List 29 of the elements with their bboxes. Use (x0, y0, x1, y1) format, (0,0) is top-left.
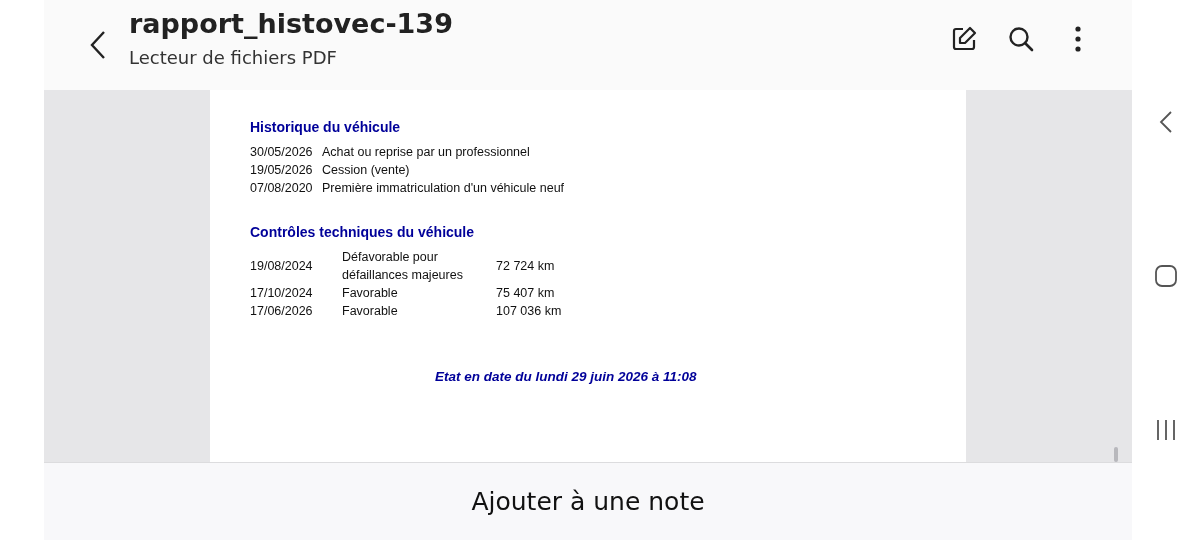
inspection-result: Défavorable pour défaillances majeures (342, 249, 464, 284)
history-event: Achat ou reprise par un professionnel (322, 144, 530, 161)
app-subtitle: Lecteur de fichiers PDF (129, 46, 338, 70)
report-date: Etat en date du lundi 29 juin 2026 à 11:08 (435, 369, 697, 384)
inspection-mileage: 72 724 km (496, 258, 555, 275)
add-to-note-button[interactable]: Ajouter à une note (465, 486, 711, 517)
inspection-date: 17/06/2026 (250, 303, 314, 320)
section-heading: Historique du véhicule (250, 118, 402, 136)
recents-nav-icon[interactable] (1154, 418, 1178, 442)
back-nav-icon[interactable] (1159, 110, 1173, 134)
inspection-mileage: 75 407 km (496, 285, 555, 302)
history-date: 07/08/2020 (250, 180, 314, 197)
inspection-date: 17/10/2024 (250, 285, 314, 302)
history-event: Cession (vente) (322, 162, 410, 179)
inspection-date: 19/08/2024 (250, 258, 314, 275)
history-event: Première immatriculation d'un véhicule neuf (322, 180, 565, 197)
inspection-result: Favorable (342, 285, 399, 302)
inspection-result: Favorable (342, 303, 399, 320)
scroll-thumb[interactable] (1114, 447, 1118, 462)
section-heading: Contrôles techniques du véhicule (250, 223, 476, 241)
home-nav-icon[interactable] (1154, 264, 1178, 288)
back-icon[interactable] (89, 30, 107, 60)
history-date: 19/05/2026 (250, 162, 314, 179)
more-options-icon[interactable] (1074, 26, 1082, 52)
search-icon[interactable] (1007, 25, 1035, 53)
history-date: 30/05/2026 (250, 144, 314, 161)
inspection-mileage: 107 036 km (496, 303, 562, 320)
edit-icon[interactable] (950, 25, 978, 53)
document-title: rapport_histovec-139 (129, 7, 454, 41)
